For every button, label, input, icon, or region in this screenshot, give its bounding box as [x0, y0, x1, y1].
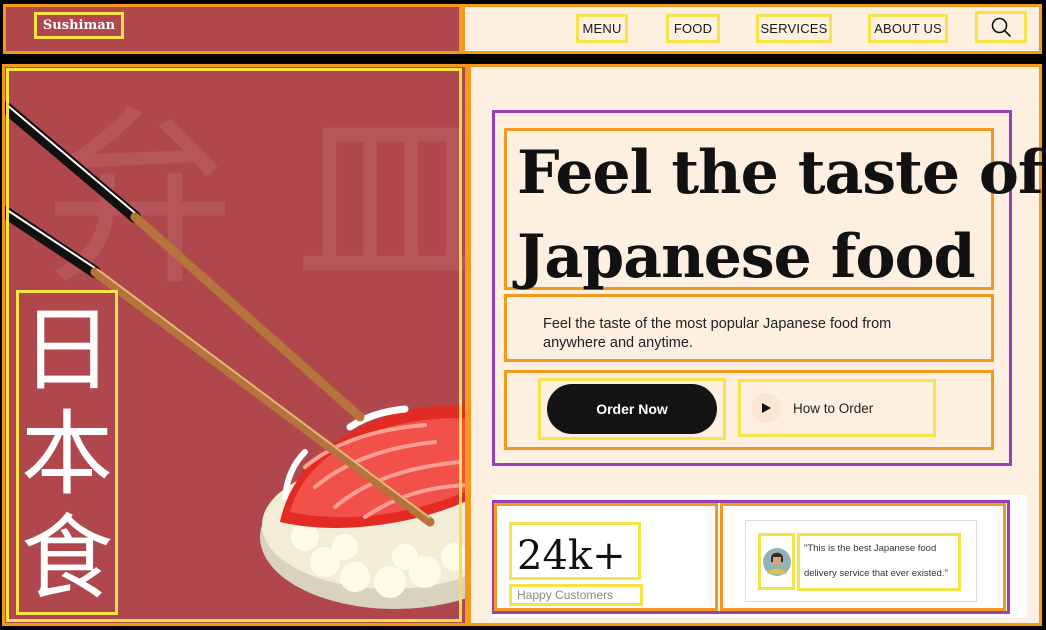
headline-line-1: Feel the taste of [517, 138, 1044, 208]
headline-line-2: Japanese food [517, 222, 976, 292]
nav-item-services[interactable]: SERVICES [756, 14, 832, 43]
brand-name: Sushiman [42, 18, 116, 33]
play-button[interactable] [751, 393, 781, 423]
hero-subtext-block: Feel the taste of the most popular Japan… [504, 294, 994, 362]
kanji-3: 食 [20, 504, 113, 612]
subtext-line-2: anywhere and anytime. [543, 335, 693, 351]
subtext-line-1: Feel the taste of the most popular Japan… [543, 316, 892, 332]
stats-value-box: 24k+ [509, 522, 641, 580]
hero-headline-block: Feel the taste of Japanese food [504, 128, 1044, 292]
nav-item-about-us[interactable]: ABOUT US [868, 14, 948, 43]
happy-customers-count: 24k+ [517, 533, 626, 579]
order-now-button-wrapper[interactable]: Order Now [538, 378, 726, 440]
kanji-1: 日 [20, 297, 113, 404]
testimonial-quote-box: "This is the best Japanese food delivery… [797, 533, 961, 591]
avatar [762, 547, 791, 576]
nav-item-menu[interactable]: MENU [576, 14, 628, 43]
vertical-kanji-title: 日 本 食 [16, 290, 118, 615]
testimonial-quote-line-1: "This is the best Japanese food [804, 543, 937, 554]
testimonial-avatar-box [758, 533, 795, 590]
navbar [462, 4, 1042, 54]
order-now-button[interactable]: Order Now [547, 384, 717, 434]
how-to-order-button[interactable]: How to Order [738, 379, 936, 437]
brand-logo[interactable]: Sushiman [34, 12, 124, 39]
play-icon [762, 403, 771, 413]
search-icon [991, 17, 1011, 37]
order-now-label: Order Now [596, 401, 668, 417]
testimonial-quote-line-2: delivery service that ever existed." [804, 568, 948, 579]
how-to-order-label: How to Order [793, 400, 874, 416]
stats-label-box: Happy Customers [509, 584, 643, 606]
nav-item-food[interactable]: FOOD [666, 14, 720, 43]
kanji-2: 本 [20, 400, 113, 508]
happy-customers-label: Happy Customers [517, 588, 614, 602]
search-button[interactable] [975, 11, 1027, 43]
